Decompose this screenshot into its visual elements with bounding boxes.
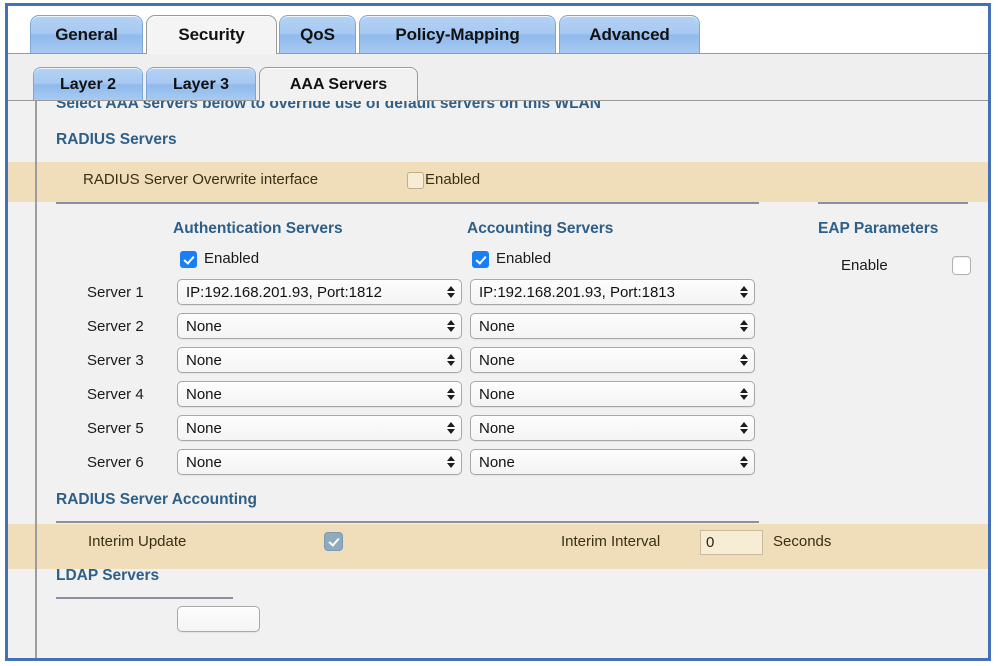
tab-general-label: General: [55, 25, 118, 44]
tab-qos-label: QoS: [300, 25, 335, 44]
server-4-auth-value: None: [186, 385, 222, 403]
server-3-auth-value: None: [186, 351, 222, 369]
column-header-eap: EAP Parameters: [818, 220, 939, 237]
authentication-enabled-checkbox[interactable]: [180, 251, 197, 268]
radius-overwrite-label: RADIUS Server Overwrite interface: [83, 171, 319, 188]
interim-update-checkbox[interactable]: [324, 532, 343, 551]
tab-advanced[interactable]: Advanced: [559, 15, 700, 54]
chevron-updown-icon: [739, 454, 748, 470]
primary-tab-strip: General Security QoS Policy-Mapping Adva…: [8, 6, 988, 54]
accounting-enabled-label: Enabled: [496, 250, 552, 267]
server-2-auth-value: None: [186, 317, 222, 335]
ldap-server-1-select[interactable]: [177, 606, 260, 632]
chevron-updown-icon: [739, 318, 748, 334]
server-6-auth-select[interactable]: None: [177, 449, 462, 475]
server-3-acct-select[interactable]: None: [470, 347, 755, 373]
server-1-acct-select[interactable]: IP:192.168.201.93, Port:1813: [470, 279, 755, 305]
authentication-enabled-label: Enabled: [204, 250, 260, 267]
server-2-acct-value: None: [479, 317, 515, 335]
chevron-updown-icon: [739, 352, 748, 368]
server-5-auth-value: None: [186, 419, 222, 437]
radius-overwrite-checkbox[interactable]: [407, 172, 424, 189]
secondary-tab-strip: Layer 2 Layer 3 AAA Servers: [8, 54, 988, 101]
tab-layer-2-label: Layer 2: [59, 75, 117, 93]
overwrite-divider-right: [818, 202, 968, 204]
chevron-updown-icon: [446, 318, 455, 334]
column-header-accounting: Accounting Servers: [467, 220, 614, 237]
chevron-updown-icon: [446, 284, 455, 300]
ldap-divider: [56, 597, 233, 599]
interim-update-label: Interim Update: [88, 533, 187, 550]
accounting-divider: [56, 521, 759, 523]
overwrite-divider-left: [56, 202, 759, 204]
application-window: General Security QoS Policy-Mapping Adva…: [5, 3, 991, 661]
tab-advanced-label: Advanced: [589, 25, 670, 44]
tab-security[interactable]: Security: [146, 15, 277, 54]
server-4-auth-select[interactable]: None: [177, 381, 462, 407]
server-4-label: Server 4: [87, 386, 144, 403]
form-intro-text: Select AAA servers below to override use…: [56, 100, 601, 112]
server-1-acct-value: IP:192.168.201.93, Port:1813: [479, 283, 675, 301]
chevron-updown-icon: [446, 386, 455, 402]
server-3-auth-select[interactable]: None: [177, 347, 462, 373]
chevron-updown-icon: [739, 420, 748, 436]
server-5-acct-select[interactable]: None: [470, 415, 755, 441]
tab-aaa-servers[interactable]: AAA Servers: [259, 67, 418, 101]
eap-enable-checkbox[interactable]: [952, 256, 971, 275]
tab-layer-3[interactable]: Layer 3: [146, 67, 256, 101]
server-1-auth-select[interactable]: IP:192.168.201.93, Port:1812: [177, 279, 462, 305]
server-4-acct-select[interactable]: None: [470, 381, 755, 407]
server-6-auth-value: None: [186, 453, 222, 471]
interim-interval-label: Interim Interval: [561, 533, 661, 550]
radius-accounting-heading: RADIUS Server Accounting: [56, 491, 257, 508]
ldap-servers-heading: LDAP Servers: [56, 567, 160, 584]
interim-interval-input[interactable]: 0: [700, 530, 763, 555]
tab-qos[interactable]: QoS: [279, 15, 356, 54]
chevron-updown-icon: [739, 284, 748, 300]
tab-policy-mapping-label: Policy-Mapping: [395, 25, 520, 44]
aaa-servers-form: Select AAA servers below to override use…: [8, 100, 988, 658]
chevron-updown-icon: [446, 420, 455, 436]
interim-interval-units: Seconds: [773, 533, 832, 550]
server-1-auth-value: IP:192.168.201.93, Port:1812: [186, 283, 382, 301]
server-1-label: Server 1: [87, 284, 144, 301]
server-3-acct-value: None: [479, 351, 515, 369]
radius-servers-heading: RADIUS Servers: [56, 131, 177, 148]
tab-aaa-servers-label: AAA Servers: [289, 75, 388, 93]
server-5-acct-value: None: [479, 419, 515, 437]
server-6-acct-value: None: [479, 453, 515, 471]
column-header-authentication: Authentication Servers: [173, 220, 343, 237]
tab-security-label: Security: [178, 25, 245, 44]
chevron-updown-icon: [446, 352, 455, 368]
tab-layer-2[interactable]: Layer 2: [33, 67, 143, 101]
server-5-label: Server 5: [87, 420, 144, 437]
server-3-label: Server 3: [87, 352, 144, 369]
security-panel: Layer 2 Layer 3 AAA Servers Select AAA s…: [8, 53, 988, 658]
chevron-updown-icon: [446, 454, 455, 470]
tab-policy-mapping[interactable]: Policy-Mapping: [359, 15, 556, 54]
server-2-auth-select[interactable]: None: [177, 313, 462, 339]
accounting-enabled-checkbox[interactable]: [472, 251, 489, 268]
server-2-label: Server 2: [87, 318, 144, 335]
server-2-acct-select[interactable]: None: [470, 313, 755, 339]
tab-layer-3-label: Layer 3: [172, 75, 230, 93]
tab-general[interactable]: General: [30, 15, 143, 54]
eap-enable-label: Enable: [841, 257, 888, 274]
chevron-updown-icon: [739, 386, 748, 402]
radius-overwrite-checkbox-label: Enabled: [425, 171, 481, 188]
server-4-acct-value: None: [479, 385, 515, 403]
server-6-acct-select[interactable]: None: [470, 449, 755, 475]
form-left-rule: [35, 101, 37, 658]
server-5-auth-select[interactable]: None: [177, 415, 462, 441]
server-6-label: Server 6: [87, 454, 144, 471]
